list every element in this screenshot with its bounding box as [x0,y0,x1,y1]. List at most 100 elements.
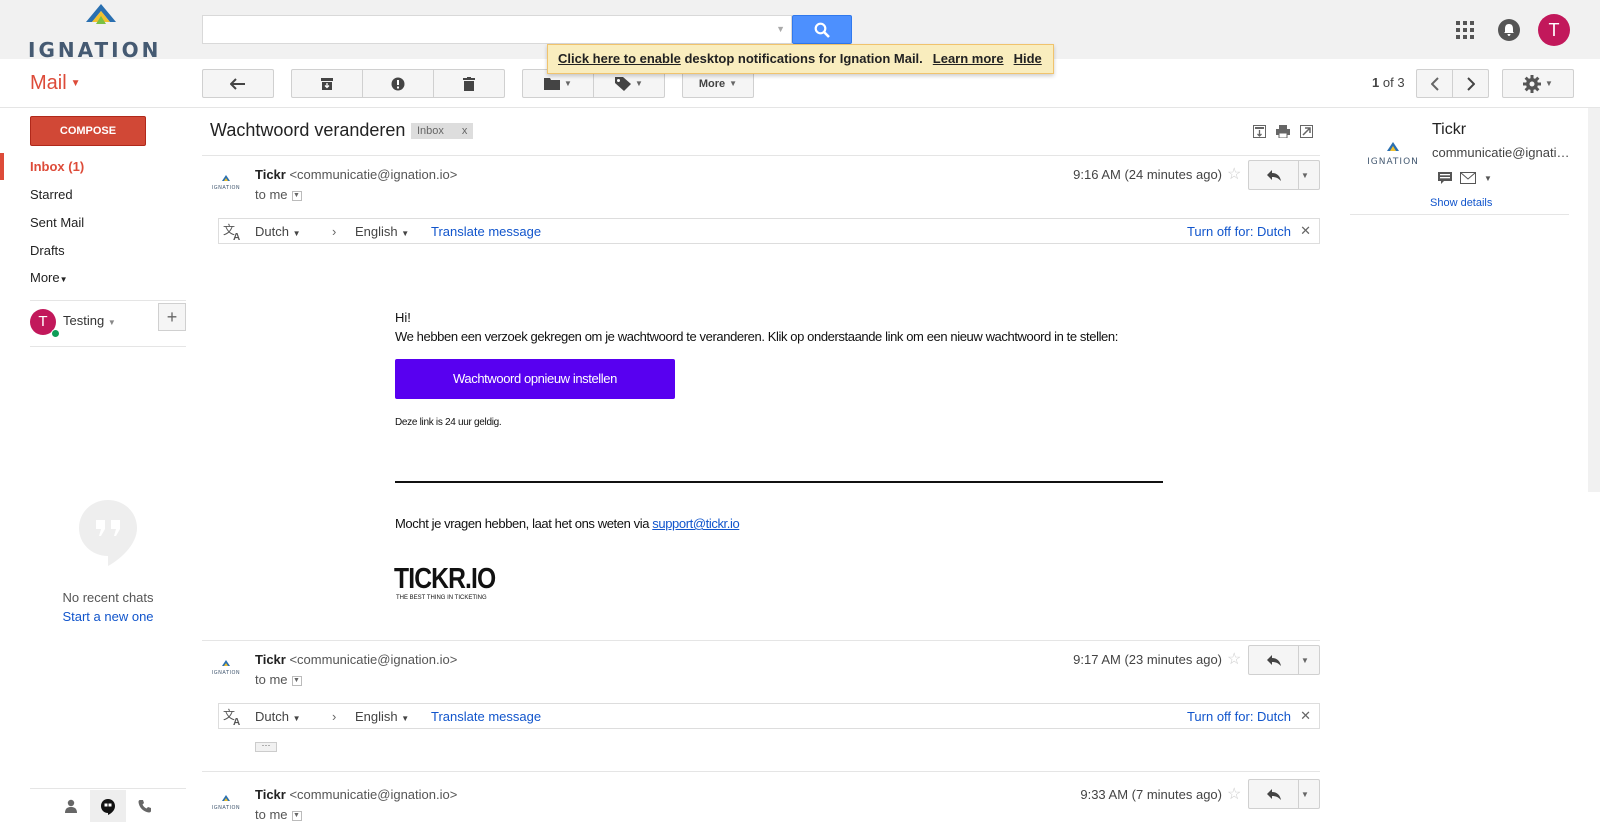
expand-all-icon[interactable] [1253,125,1266,138]
older-button[interactable] [1452,69,1489,98]
mail-icon[interactable] [1460,172,1476,184]
remove-label-close-icon[interactable]: x [462,125,468,137]
sidebar-item-more[interactable]: More▼ [0,264,195,291]
email-greeting: Hi! [395,310,411,325]
apps-grid-icon[interactable] [1456,21,1474,42]
recipient-line[interactable]: to me ▼ [255,672,302,687]
reply-icon [1266,654,1281,666]
translate-message-link[interactable]: Translate message [431,709,541,724]
svg-text:IGNATION: IGNATION [212,670,240,676]
desktop-notification-banner: Click here to enable desktop notificatio… [547,44,1054,74]
chat-bubble-icon[interactable] [1438,172,1452,184]
learn-more-link[interactable]: Learn more [933,51,1004,66]
details-dropdown-icon[interactable]: ▼ [291,810,302,821]
account-avatar[interactable]: T [1538,14,1570,46]
show-details-link[interactable]: Show details [1430,197,1492,209]
show-trimmed-content-button[interactable]: ··· [255,741,277,752]
divider [202,640,1320,641]
mail-switcher[interactable]: Mail ▼ [30,72,81,95]
sidebar: COMPOSE Inbox (1) Starred Sent Mail Draf… [0,108,195,834]
gear-icon [1523,74,1542,93]
page-current: 1 [1372,75,1380,90]
translate-message-link[interactable]: Translate message [431,224,541,239]
sidebar-item-inbox[interactable]: Inbox (1) [0,153,195,180]
sidebar-item-sent-mail[interactable]: Sent Mail [0,209,195,236]
message-sender[interactable]: Tickr <communicatie@ignation.io> [255,652,457,667]
chat-account-menu[interactable]: Testing ▼ [63,308,116,336]
scrollbar[interactable] [1588,108,1600,492]
details-dropdown-icon[interactable]: ▼ [291,675,302,686]
search-button[interactable] [792,15,852,44]
target-language-select[interactable]: English ▼ [355,709,409,724]
sender-avatar-logo: IGNATION [210,795,242,814]
message-sender[interactable]: Tickr <communicatie@ignation.io> [255,167,457,182]
print-icon[interactable] [1276,125,1290,138]
translate-icon: 文A [223,708,240,726]
chevron-down-icon[interactable]: ▼ [1484,174,1492,183]
recipient-line[interactable]: to me ▼ [255,807,302,822]
details-dropdown-icon[interactable]: ▼ [291,190,302,201]
archive-button[interactable] [291,69,363,98]
message-sender[interactable]: Tickr <communicatie@ignation.io> [255,787,457,802]
reply-button-group: ▼ [1248,779,1320,809]
ignation-logo[interactable]: IGNATION [28,2,173,62]
sidebar-item-drafts[interactable]: Drafts [0,237,195,264]
star-icon[interactable]: ☆ [1227,784,1241,804]
start-new-chat-link[interactable]: Start a new one [30,609,186,624]
compose-button[interactable]: COMPOSE [30,116,146,146]
target-language-select[interactable]: English ▼ [355,224,409,239]
enable-notifications-link[interactable]: Click here to enable [558,51,681,66]
recipient-line[interactable]: to me ▼ [255,187,302,202]
sender-email: <communicatie@ignation.io> [289,787,458,802]
search-input[interactable]: ▼ [202,15,792,44]
translate-bar: 文A Dutch ▼ › English ▼ Translate message… [218,703,1320,729]
ignation-logo-icon [86,4,116,24]
reply-icon [1266,788,1281,800]
search-options-chevron-icon[interactable]: ▼ [776,24,785,34]
more-options-chevron-icon[interactable]: ▼ [1301,790,1309,799]
settings-button[interactable]: ▼ [1502,69,1574,98]
target-language: English [355,709,398,724]
close-icon[interactable]: ✕ [1300,708,1311,724]
open-new-window-icon[interactable] [1300,125,1313,138]
divider [202,771,1320,772]
newer-button[interactable] [1416,69,1453,98]
report-spam-button[interactable] [362,69,434,98]
star-icon[interactable]: ☆ [1227,649,1241,669]
inbox-label-chip[interactable]: Inbox x [411,123,474,139]
reply-icon [1266,169,1281,181]
notifications-bell-icon[interactable] [1498,19,1520,41]
reply-button[interactable] [1249,161,1299,189]
turn-off-translation-link[interactable]: Turn off for: Dutch [1187,709,1291,724]
delete-button[interactable] [433,69,505,98]
reply-button[interactable] [1249,646,1299,674]
chat-account-name: Testing [63,313,105,328]
sidebar-item-starred[interactable]: Starred [0,181,195,208]
pagination-text: 1 of 3 [1372,75,1405,90]
contact-email: communicatie@ignation.io [1432,145,1570,160]
translate-bar: 文A Dutch ▼ › English ▼ Translate message… [218,218,1320,244]
back-button[interactable] [202,69,274,98]
reply-button-group: ▼ [1248,645,1320,675]
more-options-chevron-icon[interactable]: ▼ [1301,656,1309,665]
reply-button[interactable] [1249,780,1299,808]
link-validity-text: Deze link is 24 uur geldig. [395,417,502,428]
turn-off-translation-link[interactable]: Turn off for: Dutch [1187,224,1291,239]
sidebar-more-label: More [30,270,60,285]
close-icon[interactable]: ✕ [1300,223,1311,239]
new-chat-plus-button[interactable]: + [158,303,186,331]
more-options-chevron-icon[interactable]: ▼ [1301,171,1309,180]
reset-password-button[interactable]: Wachtwoord opnieuw instellen [395,359,675,399]
support-question: Mocht je vragen hebben, laat het ons wet… [395,516,653,531]
source-language-select[interactable]: Dutch ▼ [255,224,301,239]
support-email-link[interactable]: support@tickr.io [652,516,739,531]
star-icon[interactable]: ☆ [1227,164,1241,184]
sender-name: Tickr [255,652,286,667]
source-language-select[interactable]: Dutch ▼ [255,709,301,724]
phone-tab[interactable] [127,790,163,822]
hangouts-tab[interactable] [90,790,126,822]
contacts-tab[interactable] [53,790,89,822]
hide-link[interactable]: Hide [1014,51,1042,66]
arrow-right-icon: › [332,709,337,724]
email-paragraph: We hebben een verzoek gekregen om je wac… [395,329,1118,344]
